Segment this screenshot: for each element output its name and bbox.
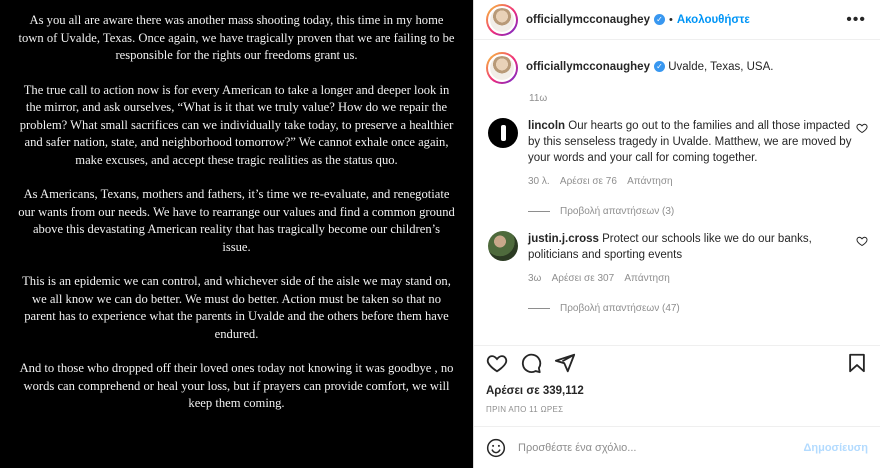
like-comment-heart-icon[interactable] [856, 122, 868, 134]
post-actions-bar [474, 345, 880, 379]
verified-badge-icon: ✓ [653, 14, 665, 25]
comment-input[interactable] [518, 441, 804, 454]
commenter-avatar[interactable] [488, 231, 518, 261]
comment-age[interactable]: 3ω [528, 273, 541, 284]
post-side-panel: officiallymcconaughey ✓ • Ακολουθήστε ••… [473, 0, 880, 468]
caption-username[interactable]: officiallymcconaughey [526, 61, 650, 73]
post-image: As you all are aware there was another m… [0, 0, 473, 468]
comment-item: lincoln Our hearts go out to the familie… [486, 118, 868, 190]
image-paragraph: And to those who dropped off their loved… [19, 361, 454, 410]
author-avatar[interactable] [486, 3, 518, 36]
comment-text: Our hearts go out to the families and al… [528, 120, 852, 164]
comment-age[interactable]: 30 λ. [528, 176, 550, 187]
verified-badge-icon: ✓ [653, 61, 665, 73]
commenter-username[interactable]: lincoln [528, 120, 565, 132]
comment-item: justin.j.cross Protect our schools like … [486, 231, 868, 287]
reply-button[interactable]: Απάντηση [624, 273, 669, 284]
post-likes-count[interactable]: Αρέσει σε 339,112 [474, 385, 880, 397]
more-options-icon[interactable]: ••• [846, 11, 866, 27]
reply-button[interactable]: Απάντηση [627, 176, 672, 187]
caption-author-avatar[interactable] [486, 52, 518, 84]
post-timestamp[interactable]: ΠΡΙΝ ΑΠΟ 11 ΩΡΕΣ [474, 405, 880, 414]
image-paragraph: This is an epidemic we can control, and … [22, 274, 451, 341]
comment-likes[interactable]: Αρέσει σε 307 [552, 273, 615, 284]
image-paragraph: The true call to action now is for every… [19, 82, 454, 167]
caption-age: 11ω [529, 93, 548, 104]
author-username[interactable]: officiallymcconaughey [526, 14, 650, 26]
share-send-icon[interactable] [554, 352, 576, 374]
image-paragraph: As you all are aware there was another m… [18, 13, 455, 62]
post-header: officiallymcconaughey ✓ • Ακολουθήστε ••… [474, 0, 880, 40]
image-text: As you all are aware there was another m… [0, 0, 473, 413]
view-replies-label: Προβολή απαντήσεων (3) [560, 206, 675, 217]
save-bookmark-icon[interactable] [846, 352, 868, 374]
view-replies-label: Προβολή απαντήσεων (47) [560, 303, 680, 314]
image-paragraph: As Americans, Texans, mothers and father… [18, 187, 455, 254]
comment-icon[interactable] [520, 352, 542, 374]
commenter-username[interactable]: justin.j.cross [528, 233, 599, 245]
comments-list[interactable]: officiallymcconaughey ✓ Uvalde, Texas, US… [474, 40, 880, 345]
caption-location: Uvalde, Texas, USA. [668, 61, 774, 73]
view-replies-button[interactable]: Προβολή απαντήσεων (3) [528, 206, 868, 217]
like-comment-heart-icon[interactable] [856, 235, 868, 247]
follow-button[interactable]: Ακολουθήστε [677, 14, 750, 26]
add-comment-bar: Δημοσίευση [474, 426, 880, 468]
like-heart-icon[interactable] [486, 352, 508, 374]
separator-dot: • [668, 13, 673, 26]
post-comment-button[interactable]: Δημοσίευση [803, 442, 868, 454]
commenter-avatar[interactable] [488, 118, 518, 148]
caption: officiallymcconaughey ✓ Uvalde, Texas, US… [486, 52, 868, 84]
view-replies-button[interactable]: Προβολή απαντήσεων (47) [528, 303, 868, 314]
comment-likes[interactable]: Αρέσει σε 76 [560, 176, 617, 187]
emoji-icon[interactable] [486, 438, 506, 458]
